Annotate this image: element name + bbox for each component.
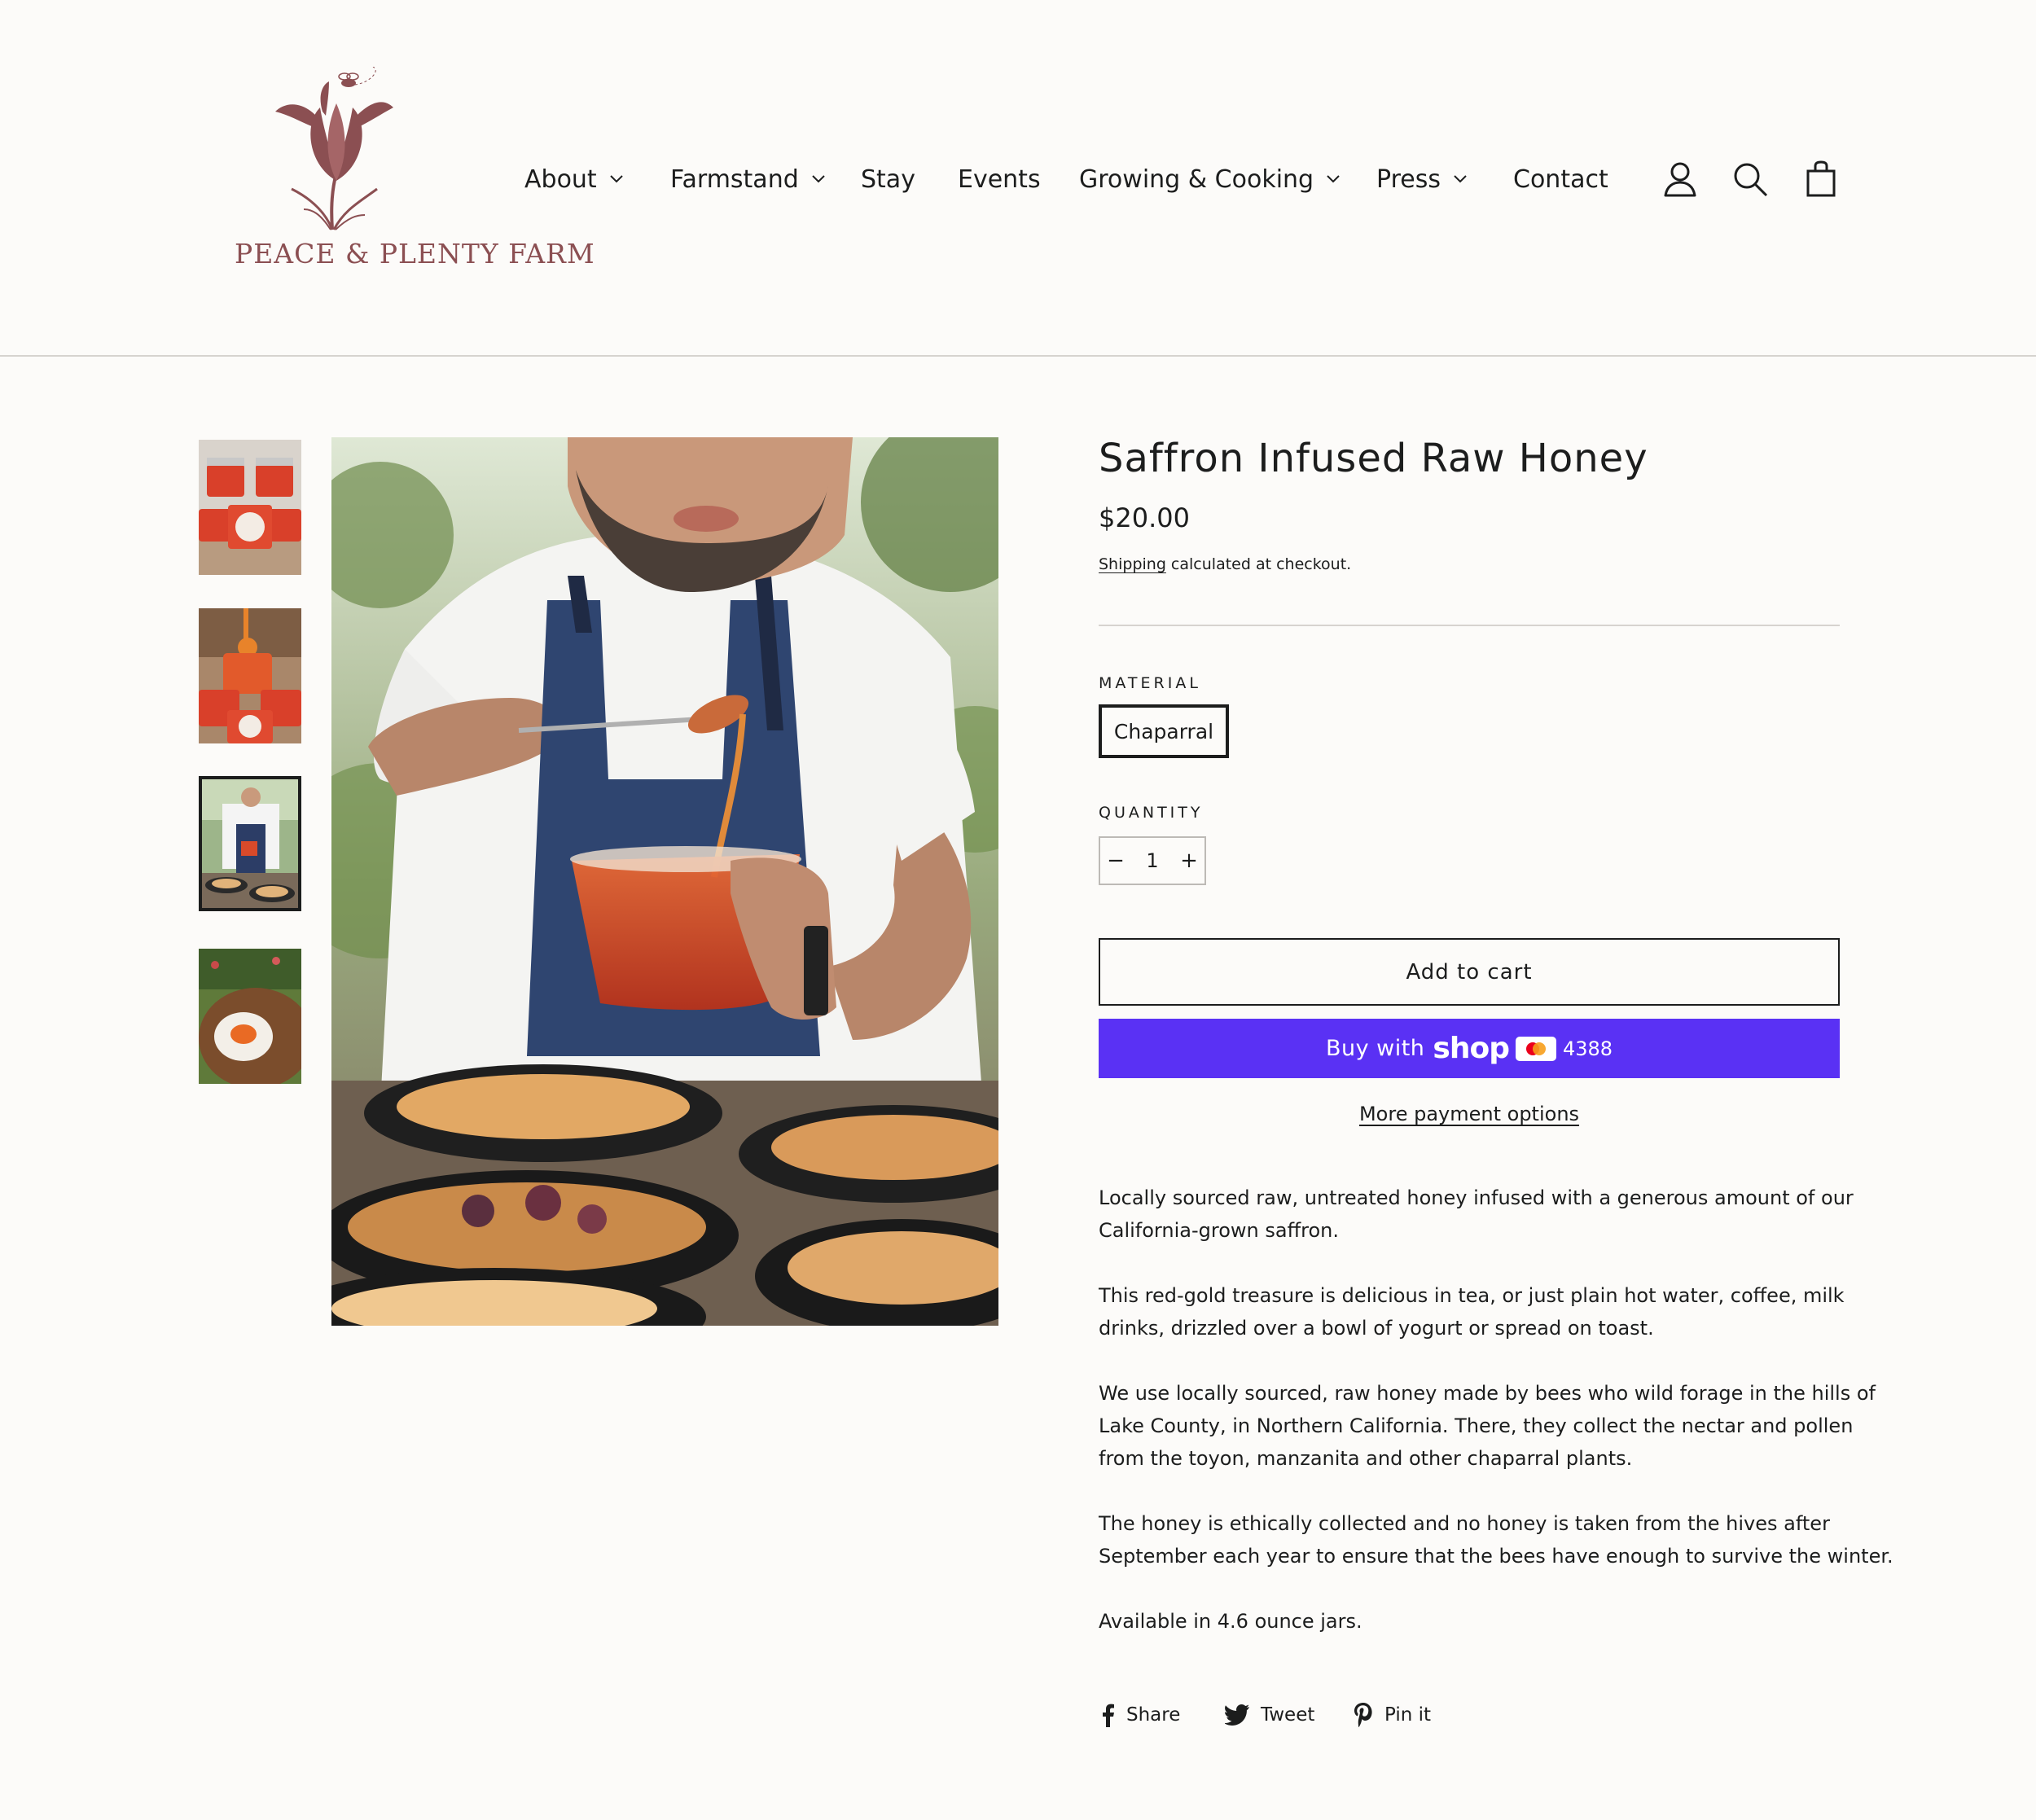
quantity-input[interactable] [1131,849,1174,873]
quantity-stepper: − + [1099,836,1206,885]
tweet-label: Tweet [1261,1704,1315,1726]
share-twitter-button[interactable]: Tweet [1225,1700,1314,1730]
shipping-note-text: calculated at checkout. [1165,555,1352,573]
shipping-note: Shipping calculated at checkout. [1099,555,1351,573]
more-payment-options-link[interactable]: More payment options [1099,1103,1840,1125]
share-facebook-button[interactable]: Share [1100,1700,1180,1730]
shop-pay-button[interactable]: Buy with shop 4388 [1099,1019,1840,1078]
nav-item-label: About [524,164,597,194]
yogurt-honey-bowl-thumbnail-image [199,949,301,1084]
crocus-logo-icon [275,67,393,230]
quantity-label: QUANTITY [1099,804,1204,822]
product-description: Locally sourced raw, untreated honey inf… [1099,1182,1893,1670]
nav-item-about[interactable]: About [524,155,623,204]
shop-pay-logo: shop [1433,1032,1510,1065]
description-paragraph: This red-gold treasure is delicious in t… [1099,1284,1845,1340]
description-paragraph: The honey is ethically collected and no … [1099,1512,1893,1568]
share-label: Share [1126,1704,1181,1726]
nav-item-stay[interactable]: Stay [861,155,915,204]
product-thumbnail-4[interactable] [199,949,301,1084]
honey-dripping-thumbnail-image [199,608,301,743]
facebook-icon [1100,1703,1115,1727]
quantity-minus-button[interactable]: − [1100,838,1131,884]
divider [1099,625,1840,626]
shipping-link[interactable]: Shipping [1099,555,1166,573]
logo-text: PEACE & PLENTY FARM [235,238,595,270]
product-thumbnail-1[interactable] [199,440,301,575]
nav-item-farmstand[interactable]: Farmstand [670,155,825,204]
shop-pay-buy-text: Buy with [1325,1036,1425,1061]
quantity-plus-button[interactable]: + [1174,838,1204,884]
chevron-down-icon [1327,175,1340,183]
description-paragraph: Locally sourced raw, untreated honey inf… [1099,1186,1854,1242]
site-header: PEACE & PLENTY FARM About Farmstand Stay… [0,0,2036,357]
twitter-icon [1225,1704,1249,1726]
nav-item-label: Farmstand [670,164,799,194]
product-price: $20.00 [1099,502,1190,533]
pin-label: Pin it [1384,1704,1432,1726]
chevron-down-icon [609,175,623,183]
chevron-down-icon [1454,175,1467,183]
product-thumbnail-3[interactable] [199,776,301,911]
chef-pouring-honey-thumbnail-image [202,779,298,908]
card-last4: 4388 [1562,1037,1613,1060]
search-icon[interactable] [1729,158,1771,200]
share-pinterest-button[interactable]: Pin it [1354,1700,1431,1730]
material-label: MATERIAL [1099,674,1201,692]
nav-item-contact[interactable]: Contact [1513,155,1608,204]
nav-item-label: Growing & Cooking [1079,164,1314,194]
cart-icon[interactable] [1800,158,1842,200]
nav-item-label: Contact [1513,164,1608,194]
nav-item-events[interactable]: Events [958,155,1041,204]
nav-item-growing-cooking[interactable]: Growing & Cooking [1079,155,1340,204]
nav-item-press[interactable]: Press [1376,155,1467,204]
nav-item-label: Stay [861,164,915,194]
honey-jars-thumbnail-image [199,440,301,575]
site-logo[interactable]: PEACE & PLENTY FARM [226,67,595,287]
chevron-down-icon [812,175,825,183]
account-icon[interactable] [1659,158,1701,200]
mastercard-icon [1515,1036,1556,1061]
main-product-image[interactable] [331,437,998,1326]
description-paragraph: Available in 4.6 ounce jars. [1099,1610,1362,1633]
pinterest-icon [1354,1703,1373,1727]
product-thumbnail-2[interactable] [199,608,301,743]
nav-item-label: Press [1376,164,1441,194]
nav-item-label: Events [958,164,1041,194]
description-paragraph: We use locally sourced, raw honey made b… [1099,1382,1876,1470]
chef-pouring-honey-image [331,437,998,1326]
product-title: Saffron Infused Raw Honey [1099,436,1648,481]
material-option-chaparral[interactable]: Chaparral [1099,704,1229,758]
add-to-cart-button[interactable]: Add to cart [1099,938,1840,1006]
